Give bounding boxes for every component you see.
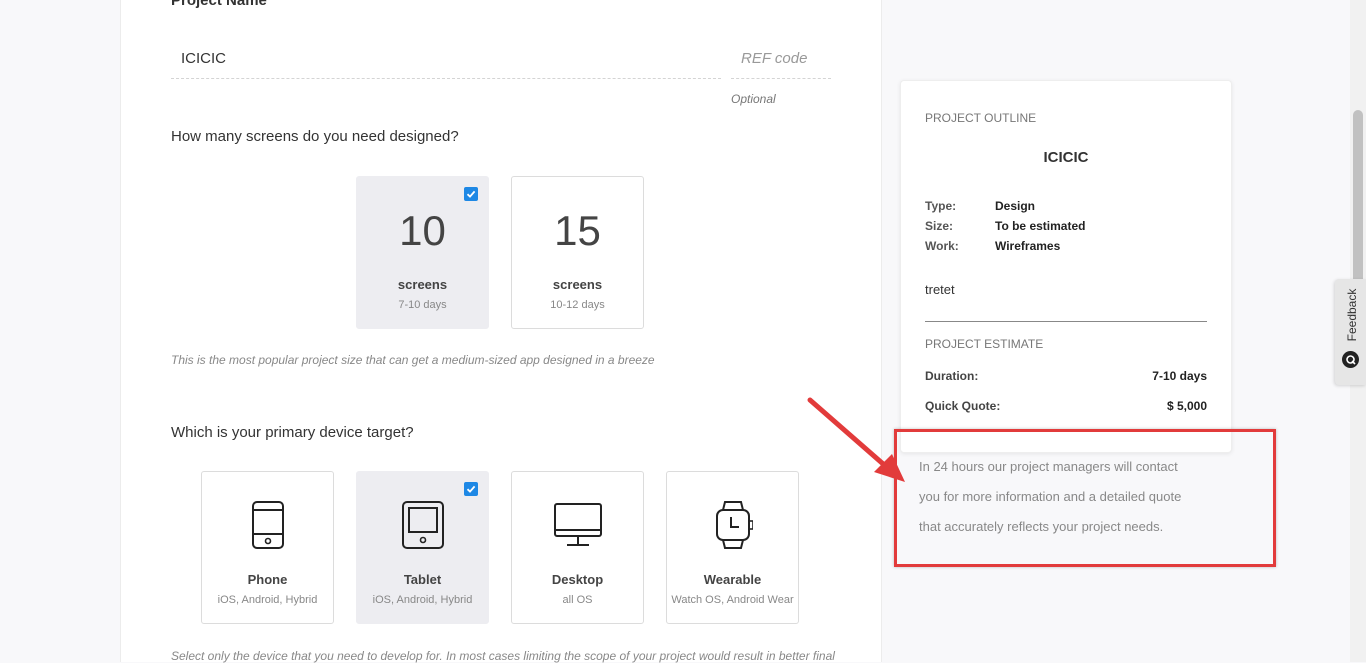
outline-project-title: ICICIC <box>1043 149 1089 166</box>
type-value: Design <box>995 199 1036 213</box>
device-label: Wearable <box>703 572 762 587</box>
outline-work-row: Work: Wireframes <box>925 239 1060 253</box>
project-outline-card: PROJECT OUTLINE ICICIC Type: Design Size:… <box>900 80 1232 453</box>
screens-option-10[interactable]: 10 screens 7-10 days <box>356 176 489 329</box>
project-name-label: Project Name <box>171 0 267 9</box>
screens-duration: 7-10 days <box>398 299 447 311</box>
desktop-icon <box>512 500 643 552</box>
duration-key: Duration: <box>925 369 979 383</box>
feedback-label: Feedback <box>1345 288 1359 342</box>
estimate-heading: PROJECT ESTIMATE <box>925 337 1044 351</box>
device-label: Desktop <box>551 572 604 587</box>
size-key: Size: <box>925 219 954 233</box>
device-hint: Select only the device that you need to … <box>171 649 835 663</box>
device-question: Which is your primary device target? <box>171 424 414 441</box>
work-key: Work: <box>925 239 959 253</box>
tablet-icon <box>357 500 488 552</box>
screens-question: How many screens do you need designed? <box>171 128 459 145</box>
device-label: Phone <box>247 572 288 587</box>
device-sub: iOS, Android, Hybrid <box>217 594 318 606</box>
size-value: To be estimated <box>995 219 1086 233</box>
screens-label: screens <box>397 277 448 292</box>
estimate-duration-row: Duration: 7-10 days <box>925 369 1207 383</box>
screens-count: 10 <box>399 207 446 254</box>
device-label: Tablet <box>403 572 442 587</box>
phone-icon <box>202 500 333 552</box>
screens-duration: 10-12 days <box>550 299 605 311</box>
project-name-input[interactable] <box>171 38 721 79</box>
watch-icon <box>667 500 798 552</box>
outline-heading: PROJECT OUTLINE <box>925 111 1037 125</box>
device-sub: iOS, Android, Hybrid <box>372 594 473 606</box>
device-sub: Watch OS, Android Wear <box>671 594 794 606</box>
duration-value: 7-10 days <box>1152 369 1207 383</box>
outline-size-row: Size: To be estimated <box>925 219 1085 233</box>
outline-type-row: Type: Design <box>925 199 1035 213</box>
optional-label: Optional <box>731 92 776 106</box>
project-form-panel: Project Name Optional How many screens d… <box>120 0 882 663</box>
quote-value: $ 5,000 <box>1166 399 1207 413</box>
annotation-arrow-icon <box>807 397 905 482</box>
device-option-wearable[interactable]: Wearable Watch OS, Android Wear <box>666 471 799 624</box>
device-option-desktop[interactable]: Desktop all OS <box>511 471 644 624</box>
screens-option-15[interactable]: 15 screens 10-12 days <box>511 176 644 329</box>
checkbox-checked-icon[interactable] <box>464 187 478 201</box>
quote-key: Quick Quote: <box>925 399 1001 413</box>
screens-count: 15 <box>554 207 601 254</box>
estimate-quote-row: Quick Quote: $ 5,000 <box>925 399 1207 413</box>
work-value: Wireframes <box>995 239 1061 253</box>
type-key: Type: <box>925 199 957 213</box>
screens-hint: This is the most popular project size th… <box>171 353 655 367</box>
ref-code-input[interactable] <box>731 38 831 79</box>
device-option-phone[interactable]: Phone iOS, Android, Hybrid <box>201 471 334 624</box>
device-option-tablet[interactable]: Tablet iOS, Android, Hybrid <box>356 471 489 624</box>
screens-label: screens <box>552 277 603 292</box>
checkbox-checked-icon[interactable] <box>464 482 478 496</box>
annotation-highlight-box <box>894 429 1276 567</box>
feedback-icon <box>1342 351 1359 368</box>
outline-divider <box>925 321 1207 322</box>
feedback-tab[interactable]: Feedback <box>1335 279 1366 385</box>
scrollbar-thumb[interactable] <box>1353 110 1363 300</box>
outline-note: tretet <box>925 282 955 297</box>
device-sub: all OS <box>562 594 593 606</box>
